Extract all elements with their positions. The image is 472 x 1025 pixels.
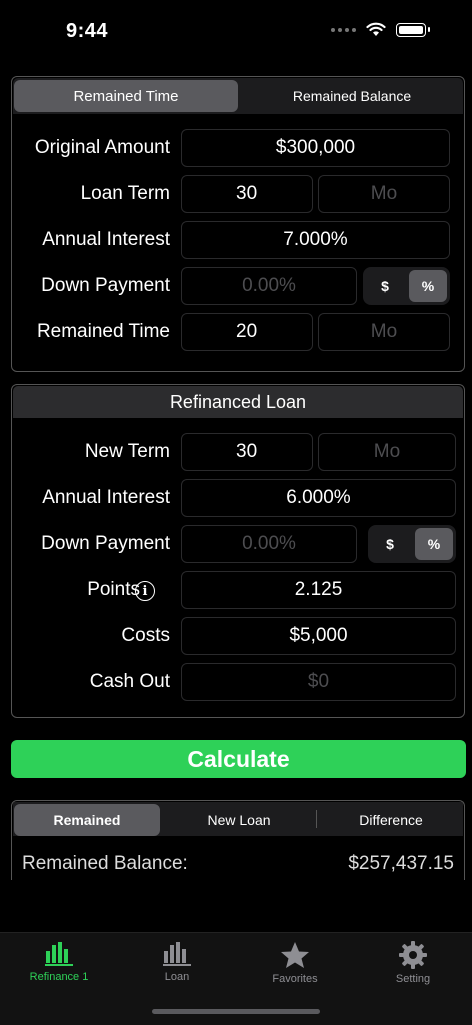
new-down-payment-field[interactable]: 0.00% bbox=[181, 525, 357, 563]
results-panel: Remained New Loan Difference Remained Ba… bbox=[11, 800, 465, 880]
original-loan-panel: Remained Time Remained Balance Original … bbox=[11, 76, 465, 372]
tab-setting-label: Setting bbox=[395, 973, 431, 985]
tab-refinance[interactable]: Refinance 1 bbox=[0, 941, 118, 991]
results-segmented-control: Remained New Loan Difference bbox=[13, 802, 463, 836]
tab-favorites-label: Favorites bbox=[272, 973, 318, 985]
status-bar: 9:44 bbox=[0, 0, 472, 64]
mode-segmented-control: Remained Time Remained Balance bbox=[13, 78, 463, 114]
cellular-signal-icon bbox=[331, 27, 356, 32]
cash-out-field[interactable]: $0 bbox=[181, 663, 456, 701]
tab-loan-label: Loan bbox=[164, 971, 190, 983]
costs-label: Costs bbox=[121, 625, 170, 646]
calculate-button[interactable]: Calculate bbox=[11, 740, 466, 778]
tab-remained-time[interactable]: Remained Time bbox=[14, 80, 238, 112]
cash-out-label: Cash Out bbox=[89, 671, 170, 692]
tab-remained-balance[interactable]: Remained Balance bbox=[241, 80, 463, 112]
new-annual-interest-field[interactable]: 6.000% bbox=[181, 479, 456, 517]
remained-balance-label: Remained Balance: bbox=[22, 853, 188, 874]
gear-icon bbox=[399, 941, 427, 969]
points-label: Points bbox=[87, 579, 140, 600]
tab-favorites[interactable]: Favorites bbox=[236, 941, 354, 991]
status-time: 9:44 bbox=[66, 20, 109, 42]
down-payment-unit-toggle: $ % bbox=[363, 267, 450, 305]
new-percent-option[interactable]: % bbox=[415, 528, 453, 560]
remained-time-label: Remained Time bbox=[36, 321, 170, 342]
original-amount-field[interactable]: $300,000 bbox=[181, 129, 450, 167]
home-indicator bbox=[152, 1009, 320, 1014]
annual-interest-field[interactable]: 7.000% bbox=[181, 221, 450, 259]
wifi-icon bbox=[366, 22, 386, 36]
new-term-months-field[interactable]: Mo bbox=[318, 433, 456, 471]
original-amount-label: Original Amount bbox=[34, 137, 170, 158]
down-payment-label: Down Payment bbox=[41, 275, 170, 296]
loan-term-years-field[interactable]: 30 bbox=[181, 175, 313, 213]
loan-term-label: Loan Term bbox=[80, 183, 170, 204]
new-down-payment-label: Down Payment bbox=[41, 533, 170, 554]
new-annual-interest-label: Annual Interest bbox=[42, 487, 170, 508]
chart-bars-icon bbox=[163, 942, 191, 966]
tab-remained[interactable]: Remained bbox=[14, 804, 160, 836]
tab-difference[interactable]: Difference bbox=[319, 804, 463, 836]
battery-tip bbox=[428, 27, 430, 32]
status-icons bbox=[331, 22, 430, 37]
battery-icon bbox=[396, 22, 426, 37]
new-term-label: New Term bbox=[84, 441, 170, 462]
new-dollar-option[interactable]: $ bbox=[371, 528, 409, 560]
remained-balance-value: $257,437.15 bbox=[348, 853, 454, 874]
percent-option[interactable]: % bbox=[409, 270, 447, 302]
tab-new-loan[interactable]: New Loan bbox=[165, 804, 313, 836]
new-down-payment-unit-toggle: $ % bbox=[368, 525, 456, 563]
refinanced-loan-panel: Refinanced Loan New Term 30 Mo Annual In… bbox=[11, 384, 465, 718]
info-icon[interactable]: i bbox=[135, 581, 155, 601]
segment-divider bbox=[316, 810, 317, 828]
remained-time-years-field[interactable]: 20 bbox=[181, 313, 313, 351]
loan-term-months-field[interactable]: Mo bbox=[318, 175, 450, 213]
annual-interest-label: Annual Interest bbox=[42, 229, 170, 250]
tab-refinance-label: Refinance 1 bbox=[29, 971, 89, 983]
new-term-years-field[interactable]: 30 bbox=[181, 433, 313, 471]
tab-loan[interactable]: Loan bbox=[118, 941, 236, 991]
points-field[interactable]: 2.125 bbox=[181, 571, 456, 609]
costs-field[interactable]: $5,000 bbox=[181, 617, 456, 655]
chart-bars-icon bbox=[45, 942, 73, 966]
tab-setting[interactable]: Setting bbox=[354, 941, 472, 991]
remained-time-months-field[interactable]: Mo bbox=[318, 313, 450, 351]
dollar-option[interactable]: $ bbox=[366, 270, 404, 302]
refinanced-loan-title: Refinanced Loan bbox=[13, 386, 463, 418]
star-icon bbox=[281, 942, 309, 968]
down-payment-field[interactable]: 0.00% bbox=[181, 267, 357, 305]
